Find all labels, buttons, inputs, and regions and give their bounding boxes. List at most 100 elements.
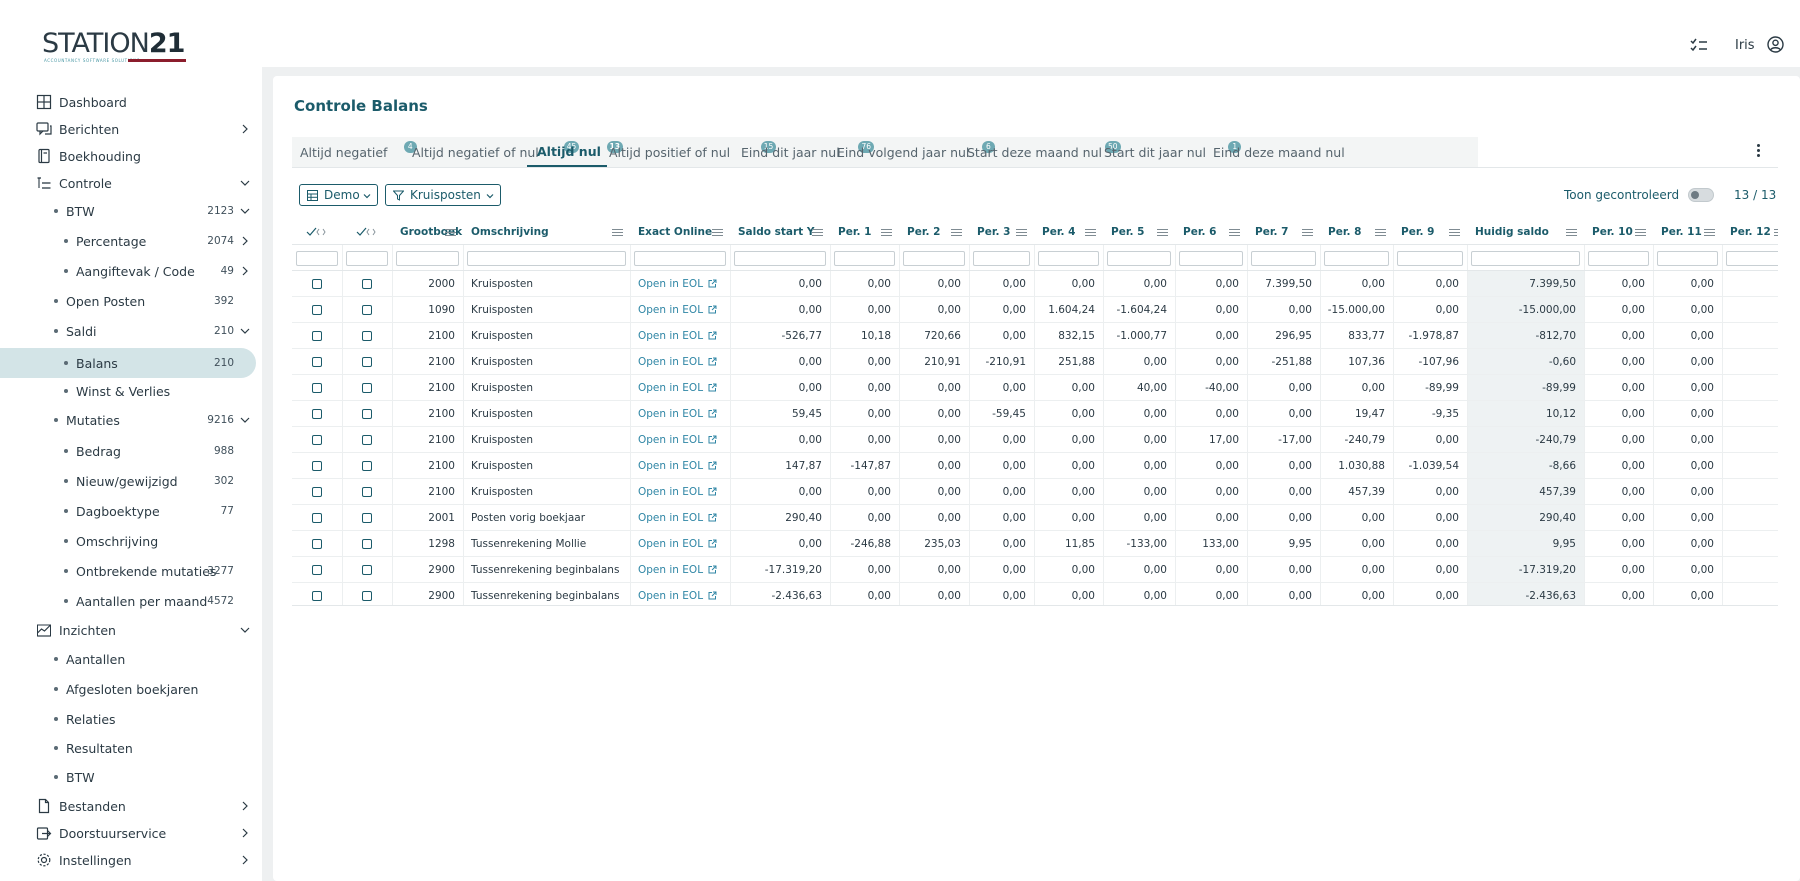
tab-start-dit-jaar-nul[interactable]: Start dit jaar nul 1 [1104,137,1242,167]
column-filter-input[interactable] [1657,251,1718,266]
column-menu-icon[interactable] [1774,229,1778,236]
column-menu-icon[interactable] [951,229,962,236]
column-header-per-10[interactable]: Per. 10 [1584,219,1653,245]
row-select-checkbox[interactable] [312,461,322,471]
column-header-per-6[interactable]: Per. 6 [1175,219,1247,245]
column-header-per-1[interactable]: Per. 1 [830,219,899,245]
tab-eind-volgend-jaar-nul[interactable]: Eind volgend jaar nul 6 [837,137,995,167]
sidebar-item-berichten-1[interactable]: Berichten [0,117,256,141]
open-in-eol-link[interactable]: Open in EOL [630,375,730,401]
column-filter-input[interactable] [467,251,626,266]
tab-altijd-positief-of-nul[interactable]: Altijd positief of nul 15 [609,137,777,167]
column-header-huidig-saldo[interactable]: Huidig saldo [1467,219,1584,245]
row-checked-checkbox[interactable] [362,383,372,393]
kruisposten-filter-button[interactable]: Kruisposten [385,184,501,206]
row-checked-checkbox[interactable] [362,487,372,497]
sidebar-item-aantallen-19[interactable]: Aantallen [0,647,256,671]
sidebar-item-aantallen-per-maand-17[interactable]: Aantallen per maand 4572 [0,589,256,613]
open-in-eol-link[interactable]: Open in EOL [630,427,730,453]
row-checked-checkbox[interactable] [362,357,372,367]
column-header-grootboek[interactable]: Grootboek [392,219,463,245]
column-filter-input[interactable] [973,251,1030,266]
row-checked-checkbox[interactable] [362,539,372,549]
column-filter-input[interactable] [296,251,338,266]
table-row[interactable]: 1090 Kruisposten Open in EOL 0,00 0,00 0,00 0,… [292,297,1778,323]
column-header-per-2[interactable]: Per. 2 [899,219,969,245]
tab-altijd-negatief-of-nul[interactable]: Altijd negatief of nul 45 [412,137,580,167]
column-filter-input[interactable] [1726,251,1778,266]
more-options-icon[interactable] [1757,144,1761,160]
column-header-per-12[interactable]: Per. 12 [1722,219,1778,245]
column-filter-input[interactable] [1324,251,1389,266]
sidebar-item-bestanden-24[interactable]: Bestanden [0,794,256,818]
column-filter-input[interactable] [1588,251,1649,266]
checked-column-header[interactable] [342,219,392,245]
toon-gecontroleerd-toggle[interactable] [1688,188,1714,202]
open-in-eol-link[interactable]: Open in EOL [630,323,730,349]
column-menu-icon[interactable] [1229,229,1240,236]
tab-start-deze-maand-nul[interactable]: Start deze maand nul 50 [967,137,1121,167]
column-header-per-4[interactable]: Per. 4 [1034,219,1103,245]
tab-altijd-nul[interactable]: Altijd nul 13 [527,137,623,167]
sidebar-item-bedrag-12[interactable]: Bedrag 988 [0,439,256,463]
row-checked-checkbox[interactable] [362,591,372,601]
column-header-per-11[interactable]: Per. 11 [1653,219,1722,245]
table-row[interactable]: 2100 Kruisposten Open in EOL 147,87 -147,87 0… [292,453,1778,479]
sidebar-item-btw-23[interactable]: BTW [0,765,256,789]
column-filter-input[interactable] [903,251,965,266]
open-in-eol-link[interactable]: Open in EOL [630,271,730,297]
sidebar-item-dagboektype-14[interactable]: Dagboektype 77 [0,499,256,523]
tab-eind-dit-jaar-nul[interactable]: Eind dit jaar nul 76 [741,137,874,167]
sidebar-item-instellingen-26[interactable]: Instellingen [0,848,256,872]
table-row[interactable]: 2001 Posten vorig boekjaar Open in EOL 290,… [292,505,1778,531]
tab-eind-deze-maand-nul[interactable]: Eind deze maand nul [1213,137,1345,167]
sidebar-item-open-posten-7[interactable]: Open Posten 392 [0,289,256,313]
column-menu-icon[interactable] [1157,229,1168,236]
open-in-eol-link[interactable]: Open in EOL [630,557,730,583]
column-menu-icon[interactable] [1704,229,1715,236]
sidebar-item-controle-3[interactable]: Controle [0,171,256,195]
tasks-icon[interactable] [1690,37,1708,53]
sidebar-item-aangiftevak-code-6[interactable]: Aangiftevak / Code 49 [0,259,256,283]
column-filter-input[interactable] [1038,251,1099,266]
column-menu-icon[interactable] [1016,229,1027,236]
row-select-checkbox[interactable] [312,279,322,289]
column-menu-icon[interactable] [881,229,892,236]
row-select-checkbox[interactable] [312,487,322,497]
sidebar-item-btw-4[interactable]: BTW 2123 [0,199,256,223]
table-row[interactable]: 2100 Kruisposten Open in EOL 0,00 0,00 0,00 0,… [292,427,1778,453]
table-row[interactable]: 2100 Kruisposten Open in EOL 0,00 0,00 0,00 0,… [292,375,1778,401]
open-in-eol-link[interactable]: Open in EOL [630,401,730,427]
user-avatar-icon[interactable] [1767,36,1784,53]
checked-column-header[interactable] [292,219,342,245]
row-checked-checkbox[interactable] [362,565,372,575]
row-checked-checkbox[interactable] [362,461,372,471]
row-checked-checkbox[interactable] [362,409,372,419]
column-menu-icon[interactable] [1085,229,1096,236]
row-checked-checkbox[interactable] [362,331,372,341]
sidebar-item-resultaten-22[interactable]: Resultaten [0,736,256,760]
column-filter-input[interactable] [1107,251,1171,266]
sidebar-item-nieuw-gewijzigd-13[interactable]: Nieuw/gewijzigd 302 [0,469,256,493]
column-filter-input[interactable] [396,251,459,266]
row-select-checkbox[interactable] [312,331,322,341]
table-row[interactable]: 1298 Tussenrekening Mollie Open in EOL 0,00… [292,531,1778,557]
column-menu-icon[interactable] [1302,229,1313,236]
column-menu-icon[interactable] [1449,229,1460,236]
sidebar-item-inzichten-18[interactable]: Inzichten [0,618,256,642]
sidebar-item-mutaties-11[interactable]: Mutaties 9216 [0,408,256,432]
sidebar-item-ontbrekende-mutaties-16[interactable]: Ontbrekende mutaties 3277 [0,559,256,583]
table-row[interactable]: 2900 Tussenrekening beginbalans Open in EO… [292,583,1778,606]
row-select-checkbox[interactable] [312,539,322,549]
column-filter-input[interactable] [1397,251,1463,266]
user-name[interactable]: Iris [1735,38,1755,53]
sidebar-item-relaties-21[interactable]: Relaties [0,707,256,731]
sidebar-item-saldi-8[interactable]: Saldi 210 [0,319,256,343]
open-in-eol-link[interactable]: Open in EOL [630,453,730,479]
row-select-checkbox[interactable] [312,383,322,393]
column-header-per-3[interactable]: Per. 3 [969,219,1034,245]
column-header-per-5[interactable]: Per. 5 [1103,219,1175,245]
column-header-omschrijving[interactable]: Omschrijving [463,219,630,245]
table-row[interactable]: 2000 Kruisposten Open in EOL 0,00 0,00 0,00 0,… [292,271,1778,297]
table-row[interactable]: 2100 Kruisposten Open in EOL 0,00 0,00 210,91… [292,349,1778,375]
